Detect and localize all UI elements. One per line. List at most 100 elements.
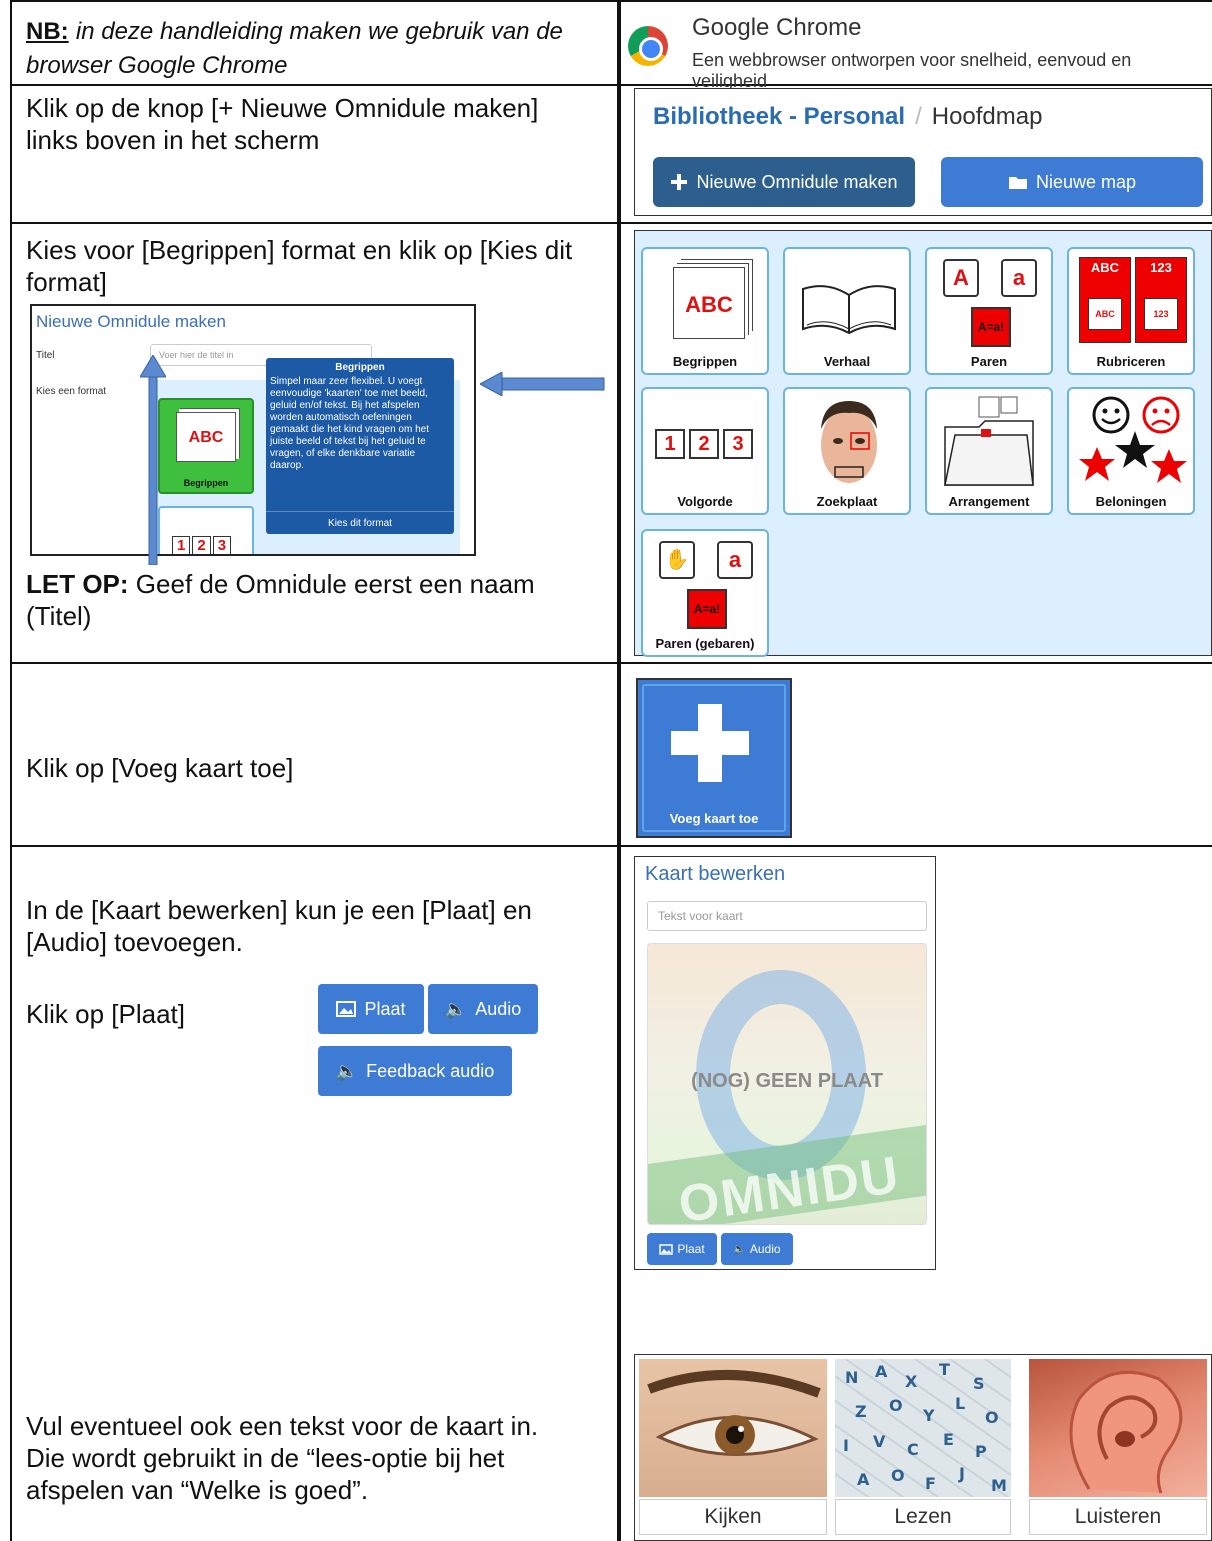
step-add-card: Klik op [Voeg kaart toe] — [26, 753, 294, 783]
image-icon — [659, 1243, 674, 1255]
svg-text:O: O — [889, 1396, 903, 1415]
note-line: Vul eventueel ook een tekst voor de kaar… — [26, 1411, 539, 1441]
smiley-stars-icon — [1079, 396, 1187, 483]
speaker-icon: 🔈 — [335, 1060, 359, 1081]
folder-arrangement-icon — [944, 396, 1034, 486]
category-abc-label: ABC — [1090, 260, 1120, 275]
abc-text: ABC — [685, 292, 733, 317]
small-audio-label: Audio — [749, 1242, 781, 1256]
svg-text:C: C — [907, 1440, 919, 1459]
small-plaat-button[interactable]: Plaat — [647, 1233, 717, 1265]
instruction-line: In de [Kaart bewerken] kun je een [Plaat… — [26, 895, 532, 925]
card-image-placeholder[interactable]: OMNIDU (NOG) GEEN PLAAT — [647, 943, 927, 1225]
face-search-icon — [821, 401, 877, 483]
category-123-label: 123 — [1150, 260, 1172, 275]
small-audio-button[interactable]: 🔈 Audio — [721, 1233, 793, 1265]
mini-seq-number: 1 — [172, 536, 191, 554]
text-for-card-note: Vul eventueel ook een tekst voor de kaar… — [26, 1410, 601, 1506]
nb-text-line1: in deze handleiding maken we gebruik van… — [75, 18, 563, 45]
svg-text:P: P — [975, 1442, 987, 1461]
mini-seq-number: 3 — [212, 536, 232, 554]
arrow-up-icon — [140, 355, 166, 565]
plus-icon — [671, 174, 688, 190]
instruction-line: [Audio] toevoegen. — [26, 927, 243, 957]
format-card-volgorde[interactable]: 1 2 3 Volgorde — [641, 387, 769, 515]
no-image-text: (NOG) GEEN PLAAT — [691, 1070, 883, 1092]
format-label: Kies een format — [36, 386, 107, 397]
svg-text:F: F — [925, 1474, 936, 1493]
audio-label: Audio — [475, 998, 522, 1019]
eye-photo — [639, 1359, 827, 1497]
arrow-left-icon — [480, 372, 605, 396]
note-text: Geef de Omnidule eerst een naam — [135, 569, 535, 599]
edit-card-title: Kaart bewerken — [645, 863, 786, 885]
speaker-icon: 🔈 — [733, 1243, 746, 1255]
seq-number: 3 — [723, 429, 753, 459]
add-card-label: Voeg kaart toe — [669, 811, 759, 826]
format-card-paren-gebaren[interactable]: ✋ a A=a! Paren (gebaren) — [641, 529, 769, 657]
seq-number: 1 — [655, 429, 685, 459]
format-card-verhaal[interactable]: Verhaal — [783, 247, 911, 375]
format-card-beloningen[interactable]: Beloningen — [1067, 387, 1195, 515]
mini-seq-number: 2 — [192, 536, 211, 554]
step-edit-card: In de [Kaart bewerken] kun je een [Plaat… — [26, 894, 601, 958]
choose-format-button[interactable]: Kies dit format — [266, 511, 454, 530]
add-card-button[interactable]: Voeg kaart toe — [636, 678, 792, 838]
format-label: Paren (gebaren) — [655, 636, 755, 651]
breadcrumb-current: Hoofdmap — [931, 103, 1043, 130]
format-card-rubriceren[interactable]: ABC ABC 123 123 Rubriceren — [1067, 247, 1195, 375]
new-folder-button[interactable]: Nieuwe map — [941, 157, 1203, 207]
title-label: Titel — [36, 350, 55, 361]
format-label: Verhaal — [823, 354, 871, 369]
svg-text:S: S — [973, 1374, 985, 1393]
format-card-begrippen[interactable]: ABC Begrippen — [641, 247, 769, 375]
new-omnidule-label: Nieuwe Omnidule maken — [696, 171, 898, 192]
format-label: Zoekplaat — [816, 494, 878, 509]
instruction-line: Kies voor [Begrippen] format en klik op … — [26, 235, 573, 265]
caption-lezen: Lezen — [835, 1499, 1011, 1535]
pair-lower-card: a — [1001, 259, 1037, 297]
small-plaat-label: Plaat — [677, 1242, 705, 1256]
format-card-paren[interactable]: A a A=a! Paren — [925, 247, 1053, 375]
feedback-audio-button[interactable]: 🔈 Feedback audio — [318, 1046, 512, 1096]
format-label: Volgorde — [677, 494, 733, 509]
mini-abc-card: ABC — [176, 412, 236, 462]
nb-note: NB: in deze handleiding maken we gebruik… — [26, 14, 596, 82]
speaker-icon: 🔈 — [444, 998, 468, 1019]
format-card-zoekplaat[interactable]: Zoekplaat — [783, 387, 911, 515]
gesture-lower-card: a — [717, 541, 753, 579]
format-card-arrangement[interactable]: Arrangement — [925, 387, 1053, 515]
format-grid: ABC Begrippen Verhaal A a A=a! Paren ABC… — [634, 230, 1212, 657]
mini-volgorde-card[interactable]: 1 2 3 — [158, 506, 254, 554]
format-label: Arrangement — [948, 494, 1030, 509]
svg-text:A: A — [857, 1470, 870, 1489]
letter-tiles-icon: N AXTS Z OYLO I V CEP A O FJM — [843, 1360, 1007, 1495]
chrome-subtitle: Een webbrowser ontworpen voor snelheid, … — [692, 50, 1132, 91]
seq-number: 2 — [689, 429, 719, 459]
caption-luisteren: Luisteren — [1029, 1499, 1207, 1535]
plaat-label: Plaat — [364, 998, 406, 1019]
format-label: Rubriceren — [1096, 354, 1166, 369]
svg-text:Y: Y — [922, 1406, 935, 1425]
library-panel: Bibliotheek - Personal / Hoofdmap Nieuwe O… — [634, 88, 1212, 216]
dialog-title: Nieuwe Omnidule maken — [36, 312, 226, 331]
mini-begrippen-card[interactable]: ABC Begrippen — [158, 398, 254, 494]
svg-text:V: V — [873, 1432, 886, 1451]
new-omnidule-button[interactable]: Nieuwe Omnidule maken — [653, 157, 915, 207]
audio-button[interactable]: 🔈 Audio — [428, 984, 538, 1034]
open-book-icon — [802, 285, 896, 335]
gesture-icon: ✋ — [659, 541, 695, 579]
chrome-info: Google Chrome Een webbrowser ontworpen v… — [620, 8, 1200, 91]
plaat-button[interactable]: Plaat — [318, 984, 424, 1034]
breadcrumb-separator: / — [915, 103, 922, 130]
svg-text:L: L — [955, 1394, 965, 1413]
note-line: afspelen van “Welke is goed”. — [26, 1475, 369, 1505]
caption-kijken: Kijken — [639, 1499, 827, 1535]
note-text-line2: (Titel) — [26, 601, 92, 631]
card-text-input[interactable]: Tekst voor kaart — [647, 901, 927, 931]
ear-icon — [1069, 1370, 1183, 1494]
note-title-first: LET OP: Geef de Omnidule eerst een naam … — [26, 568, 596, 632]
breadcrumb-library-link[interactable]: Bibliotheek - Personal — [653, 103, 905, 130]
chrome-title: Google Chrome — [692, 14, 862, 41]
format-label: Paren — [970, 354, 1008, 369]
